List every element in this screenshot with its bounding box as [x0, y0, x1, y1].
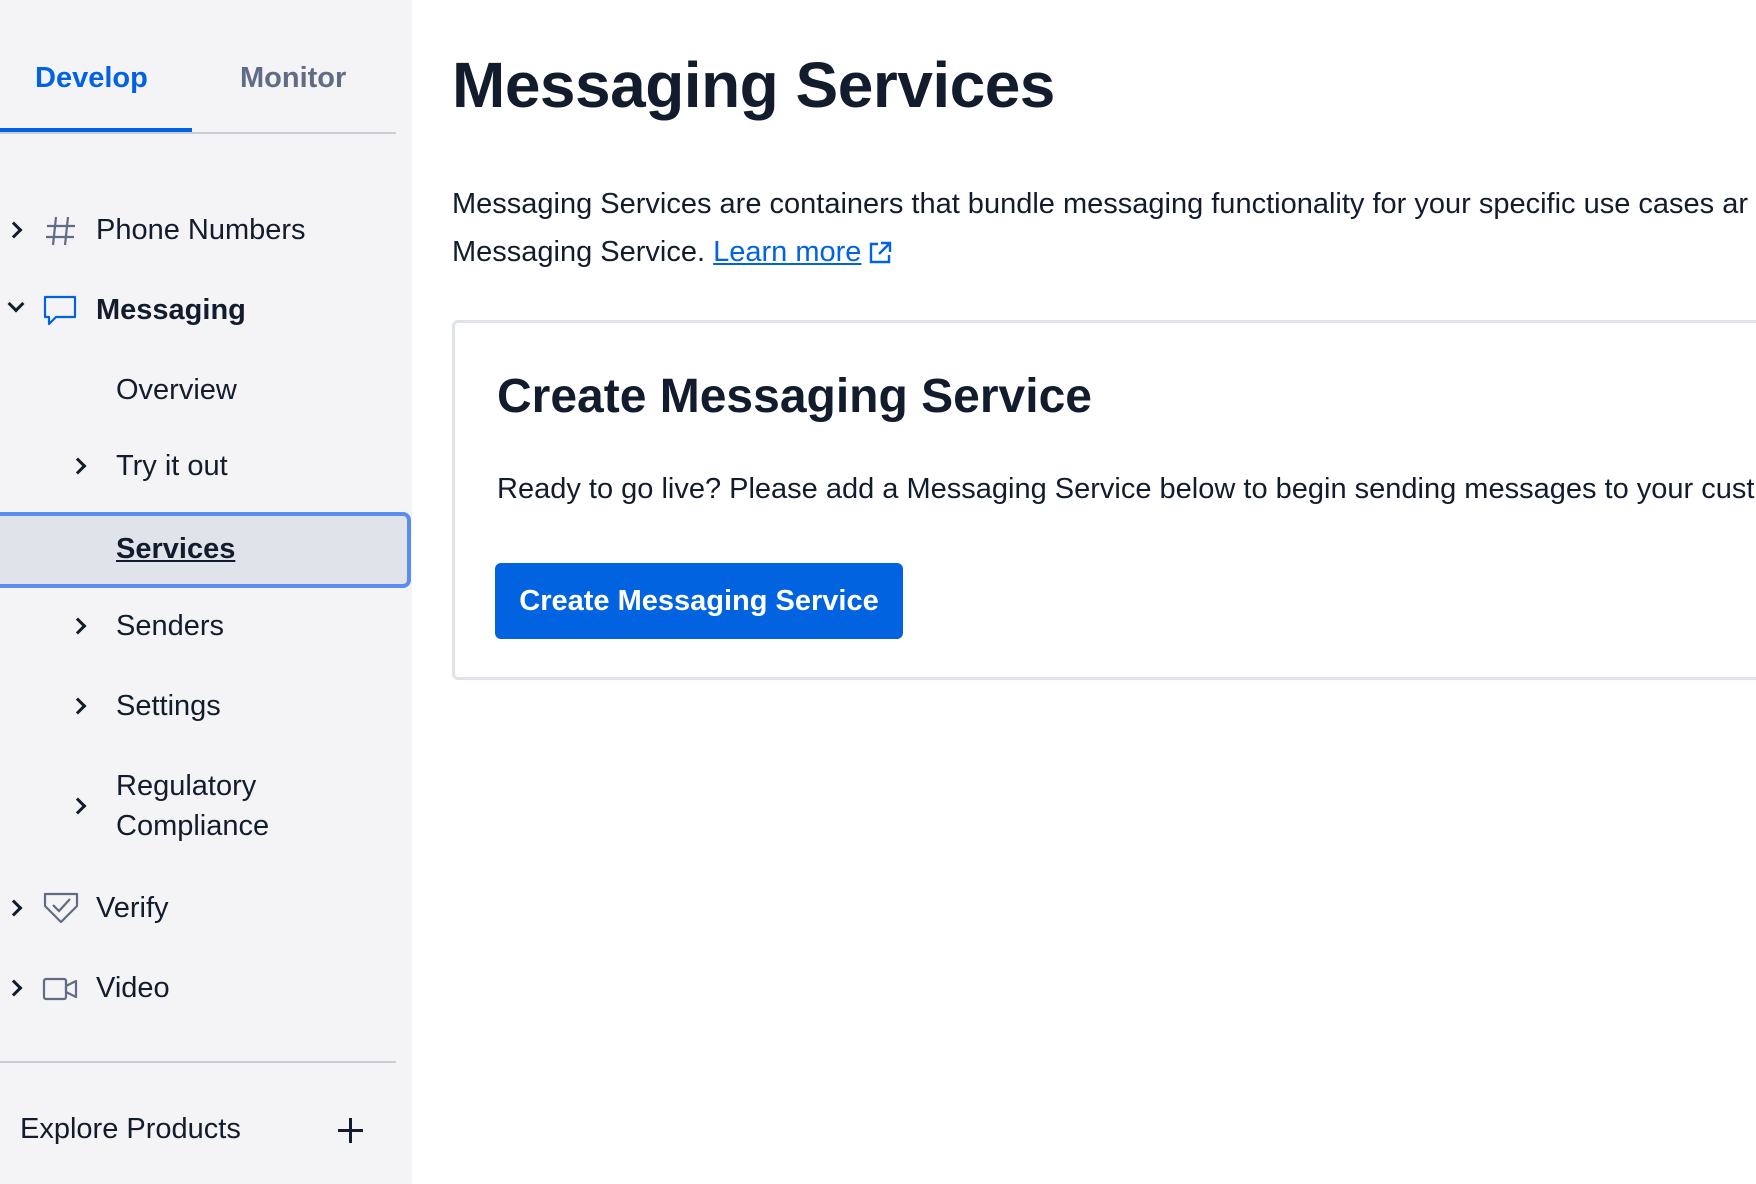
active-tab-indicator: [0, 128, 192, 132]
card-text: Ready to go live? Please add a Messaging…: [497, 473, 1755, 505]
card-title: Create Messaging Service: [497, 370, 1092, 423]
verify-check-icon: [43, 892, 79, 924]
sidebar-item-services[interactable]: Services: [0, 525, 412, 575]
chevron-right-icon: [5, 899, 23, 917]
sidebar-item-label: Compliance: [116, 810, 270, 842]
sidebar-item-overview[interactable]: Overview: [0, 366, 412, 416]
sidebar-item-regulatory-compliance[interactable]: Regulatory Compliance: [0, 762, 412, 852]
chevron-right-icon: [5, 221, 23, 239]
sidebar-item-settings[interactable]: Settings: [0, 682, 412, 732]
learn-more-link[interactable]: Learn more: [713, 236, 861, 268]
sidebar-item-label: Try it out: [116, 450, 228, 482]
sidebar-item-label: Services: [116, 533, 236, 565]
sidebar-item-try-it-out[interactable]: Try it out: [0, 442, 412, 492]
sidebar-item-label: Messaging: [96, 294, 246, 326]
external-link-icon[interactable]: [867, 240, 893, 266]
sidebar-item-label: Senders: [116, 610, 225, 642]
plus-icon[interactable]: [336, 1116, 366, 1146]
hash-icon: [46, 216, 75, 246]
sidebar-item-label: Verify: [96, 892, 169, 924]
chevron-right-icon: [69, 617, 87, 635]
sidebar: Develop Monitor Phone Numbers Messaging …: [0, 0, 412, 1184]
chevron-right-icon: [69, 797, 87, 815]
tab-monitor[interactable]: Monitor: [240, 62, 346, 95]
sidebar-item-label: Regulatory: [116, 770, 257, 802]
page-title: Messaging Services: [452, 49, 1055, 121]
chevron-right-icon: [69, 697, 87, 715]
sidebar-divider: [0, 1061, 396, 1063]
sidebar-item-label: Video: [96, 972, 170, 1004]
sidebar-tabs: Develop Monitor: [0, 0, 396, 134]
chevron-down-icon: [7, 295, 25, 313]
description-line-1: Messaging Services are containers that b…: [452, 188, 1748, 220]
tab-develop[interactable]: Develop: [35, 62, 148, 95]
chevron-right-icon: [69, 457, 87, 475]
sidebar-item-phone-numbers[interactable]: Phone Numbers: [0, 206, 412, 256]
description-line-2: Messaging Service. Learn more: [452, 228, 1756, 276]
description-line-2-text: Messaging Service.: [452, 236, 714, 268]
page-description: Messaging Services are containers that b…: [452, 180, 1756, 276]
video-camera-icon: [42, 977, 78, 1001]
chat-bubble-icon: [43, 295, 77, 326]
chevron-right-icon: [5, 979, 23, 997]
create-messaging-service-button[interactable]: Create Messaging Service: [495, 563, 903, 639]
sidebar-item-label: Overview: [116, 374, 237, 406]
sidebar-item-senders[interactable]: Senders: [0, 602, 412, 652]
sidebar-item-label: Settings: [116, 690, 221, 722]
explore-products-label[interactable]: Explore Products: [20, 1113, 241, 1146]
sidebar-item-verify[interactable]: Verify: [0, 884, 412, 934]
create-service-card: Create Messaging Service Ready to go liv…: [452, 320, 1756, 680]
sidebar-item-label: Phone Numbers: [96, 214, 306, 246]
sidebar-item-messaging[interactable]: Messaging: [0, 286, 412, 336]
sidebar-item-video[interactable]: Video: [0, 964, 412, 1014]
